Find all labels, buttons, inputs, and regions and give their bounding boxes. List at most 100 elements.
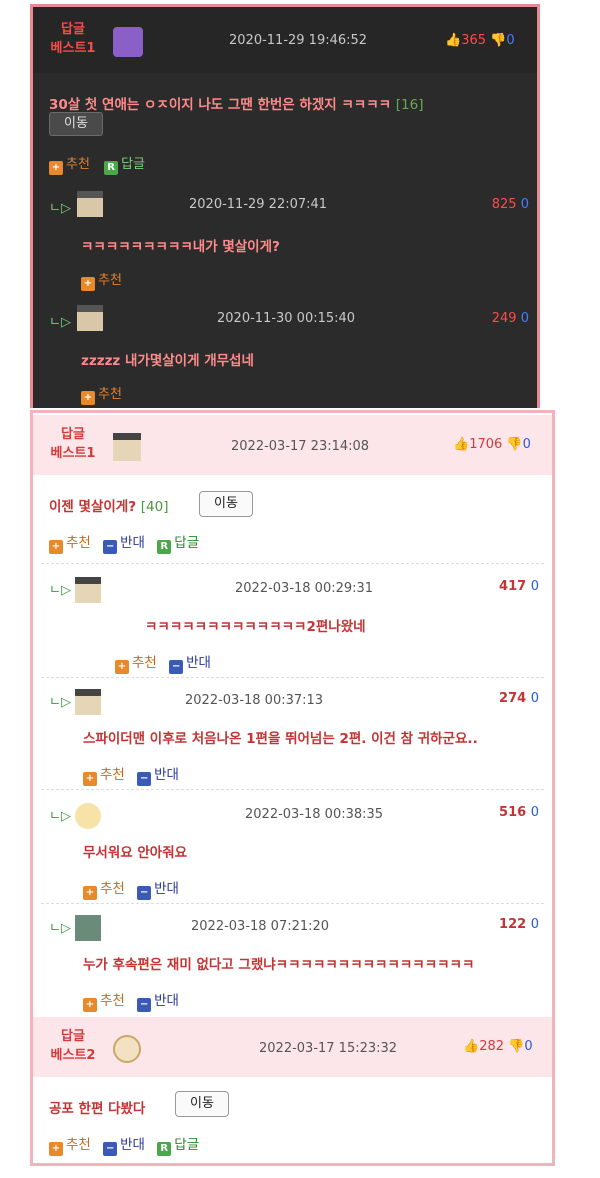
plus-icon: + <box>83 886 97 900</box>
r-icon: R <box>157 540 172 554</box>
recommend-button[interactable]: 추천 <box>100 993 125 1009</box>
minus-icon: − <box>137 772 152 786</box>
avatar <box>113 1035 141 1063</box>
reply-item: ㄴ▷ 2022-03-18 00:38:35 516 0 무서워요 안아줘요 +… <box>49 803 539 911</box>
vote-score: 249 0 <box>491 311 529 326</box>
divider <box>41 563 544 564</box>
reply-button[interactable]: 답글 <box>174 535 199 551</box>
move-button[interactable]: 이동 <box>199 491 253 517</box>
reply-arrow-icon: ㄴ▷ <box>49 201 71 216</box>
r-icon: R <box>157 1142 172 1156</box>
reply-date: 2022-03-18 00:29:31 <box>235 581 374 596</box>
best-comment-header: 답글 베스트1 2022-03-17 23:14:08 👍1706 👎0 <box>33 415 552 475</box>
vote-score: 417 0 <box>499 579 539 594</box>
vote-score: 825 0 <box>491 197 529 212</box>
plus-icon: + <box>83 998 97 1012</box>
recommend-button[interactable]: 추천 <box>98 387 122 402</box>
oppose-button[interactable]: 반대 <box>154 993 179 1009</box>
reply-item: ㄴ▷ 2022-03-18 07:21:20 122 0 누가 후속편은 재미 … <box>49 915 539 1023</box>
avatar <box>113 433 141 461</box>
reply-actions: + 추천 − 반대 <box>115 651 211 674</box>
reply-date: 2020-11-29 22:07:41 <box>189 197 328 212</box>
reply-text: ㅋㅋㅋㅋㅋㅋㅋㅋㅋㅋㅋㅋㅋ2편나왔네 <box>145 619 366 635</box>
oppose-button[interactable]: 반대 <box>186 655 211 671</box>
thumbs-up-icon[interactable]: 👍 <box>453 437 469 452</box>
recommend-button[interactable]: 추천 <box>100 881 125 897</box>
recommend-button[interactable]: 추천 <box>98 273 122 288</box>
reply-button[interactable]: 답글 <box>121 157 145 172</box>
recommend-button[interactable]: 추천 <box>66 535 91 551</box>
plus-icon: + <box>81 391 95 405</box>
reply-text: zzzzz 내가몇살이게 개무섭네 <box>81 353 254 369</box>
reply-button[interactable]: 답글 <box>174 1137 199 1153</box>
minus-icon: − <box>137 886 152 900</box>
thumbs-down-icon[interactable]: 👎 <box>506 437 522 452</box>
reply-actions: + 추천 − 반대 <box>83 877 179 900</box>
reply-actions: + 추천 − 반대 <box>83 989 179 1012</box>
plus-icon: + <box>115 660 129 674</box>
reply-actions: + 추천 <box>81 269 122 291</box>
minus-icon: − <box>137 998 152 1012</box>
reply-date: 2022-03-18 00:38:35 <box>245 807 384 822</box>
thumbs-down-icon[interactable]: 👎 <box>508 1039 524 1054</box>
thumbs-up-icon[interactable]: 👍 <box>445 33 461 48</box>
reply-text: 스파이더맨 이후로 처음나온 1편을 뛰어넘는 2편. 이건 참 귀하군요.. <box>83 731 478 747</box>
dark-comment-panel: 답글 베스트1 2020-11-29 19:46:52 👍365 👎0 30살 … <box>30 4 540 408</box>
oppose-button[interactable]: 반대 <box>154 767 179 783</box>
reply-date: 2020-11-30 00:15:40 <box>217 311 356 326</box>
reply-arrow-icon: ㄴ▷ <box>49 583 71 598</box>
plus-icon: + <box>49 161 63 175</box>
comment-actions: + 추천 − 반대 R 답글 <box>49 1133 199 1156</box>
vote-score: 274 0 <box>499 691 539 706</box>
comment-actions: + 추천 − 반대 R 답글 <box>49 531 199 554</box>
oppose-button[interactable]: 반대 <box>154 881 179 897</box>
recommend-button[interactable]: 추천 <box>132 655 157 671</box>
plus-icon: + <box>49 1142 63 1156</box>
avatar <box>75 689 101 715</box>
move-button[interactable]: 이동 <box>49 112 103 136</box>
reply-arrow-icon: ㄴ▷ <box>49 695 71 710</box>
best-label: 답글 베스트1 <box>50 22 96 56</box>
avatar <box>75 803 101 829</box>
recommend-button[interactable]: 추천 <box>100 767 125 783</box>
avatar <box>77 191 103 217</box>
avatar <box>77 305 103 331</box>
best-comment-header: 답글 베스트1 2020-11-29 19:46:52 👍365 👎0 <box>33 7 537 73</box>
reply-actions: + 추천 − 반대 <box>83 763 179 786</box>
reply-item: ㄴ▷ 2022-03-18 00:29:31 417 0 ㅋㅋㅋㅋㅋㅋㅋㅋㅋㅋㅋ… <box>49 577 539 685</box>
best-label: 답글 베스트2 <box>50 1029 96 1063</box>
comment-text: 공포 한편 다봤다 <box>49 1101 146 1117</box>
comment-date: 2022-03-17 15:23:32 <box>259 1041 398 1056</box>
thumbs-up-icon[interactable]: 👍 <box>463 1039 479 1054</box>
avatar <box>75 915 101 941</box>
recommend-button[interactable]: 추천 <box>66 157 90 172</box>
oppose-button[interactable]: 반대 <box>120 535 145 551</box>
reply-date: 2022-03-18 07:21:20 <box>191 919 330 934</box>
reply-arrow-icon: ㄴ▷ <box>49 809 71 824</box>
reply-text: 무서워요 안아줘요 <box>83 845 188 861</box>
best-label: 답글 베스트1 <box>50 427 96 461</box>
minus-icon: − <box>103 540 118 554</box>
recommend-button[interactable]: 추천 <box>66 1137 91 1153</box>
reply-arrow-icon: ㄴ▷ <box>49 921 71 936</box>
comment-actions: + 추천 R 답글 <box>49 153 145 175</box>
divider <box>41 789 544 790</box>
plus-icon: + <box>81 277 95 291</box>
vote-score: 👍1706 👎0 <box>453 437 531 452</box>
thumbs-down-icon[interactable]: 👎 <box>490 33 506 48</box>
plus-icon: + <box>49 540 63 554</box>
plus-icon: + <box>83 772 97 786</box>
vote-score: 516 0 <box>499 805 539 820</box>
minus-icon: − <box>169 660 184 674</box>
oppose-button[interactable]: 반대 <box>120 1137 145 1153</box>
divider <box>41 903 544 904</box>
light-comment-panel: 답글 베스트1 2022-03-17 23:14:08 👍1706 👎0 이젠 … <box>30 410 555 1166</box>
vote-score: 👍365 👎0 <box>445 33 515 48</box>
comment-date: 2020-11-29 19:46:52 <box>229 33 368 48</box>
reply-count: [16] <box>395 97 424 113</box>
reply-count: [40] <box>140 499 169 515</box>
r-icon: R <box>104 161 119 175</box>
avatar <box>75 577 101 603</box>
reply-date: 2022-03-18 00:37:13 <box>185 693 324 708</box>
move-button[interactable]: 이동 <box>175 1091 229 1117</box>
